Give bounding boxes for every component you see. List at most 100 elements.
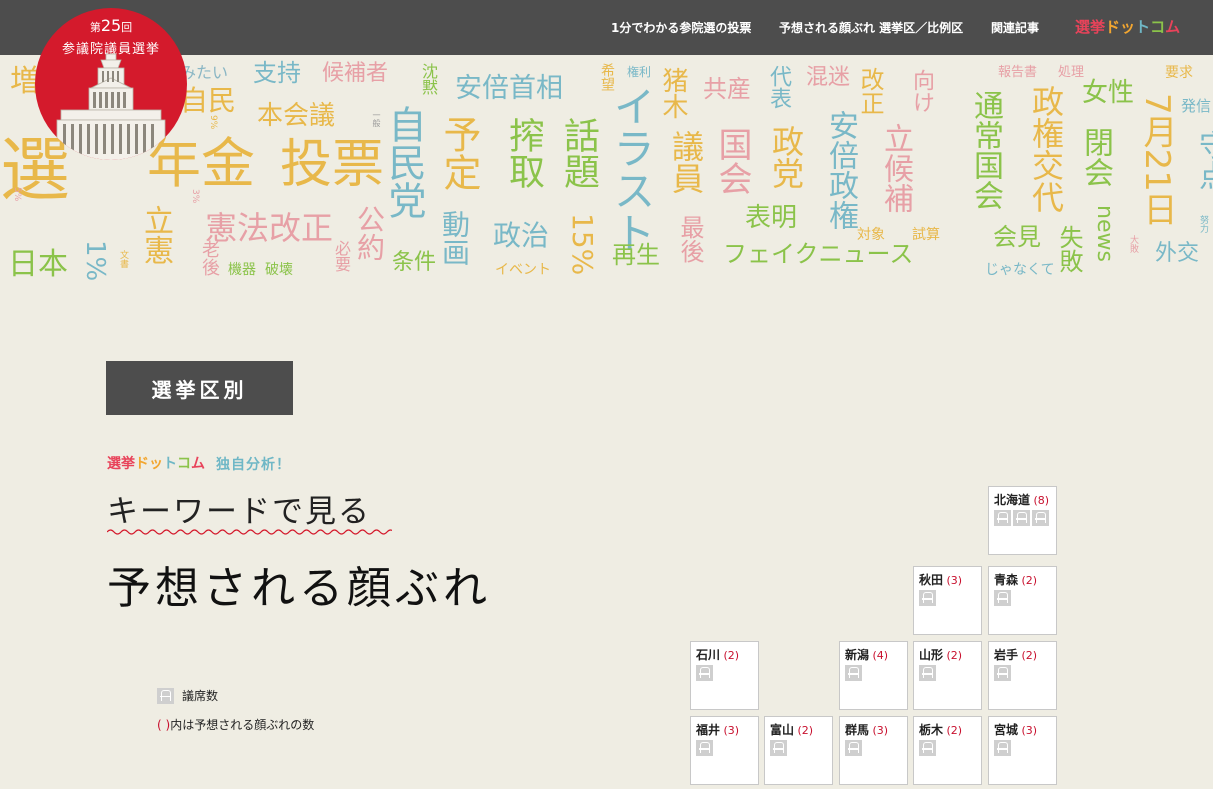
legend-note: ( )内は予想される顔ぶれの数 [157, 716, 314, 733]
word-cloud-term: 公約 [353, 205, 386, 261]
prefecture-tile[interactable]: 宮城 (3) [988, 716, 1057, 785]
nav-link-voting-guide[interactable]: 1分でわかる参院選の投票 [611, 0, 751, 55]
prefecture-tile[interactable]: 青森 (2) [988, 566, 1057, 635]
prefecture-name: 秋田 (3) [919, 571, 981, 588]
seat-icon [770, 740, 787, 756]
brand-char: ト [1135, 18, 1151, 36]
prefecture-name: 北海道 (8) [994, 491, 1056, 508]
election-logo: 第25回 参議院議員選挙 [35, 8, 187, 160]
legend-note-text: 内は予想される顔ぶれの数 [170, 718, 315, 732]
prefecture-tile[interactable]: 新潟 (4) [839, 641, 908, 710]
word-cloud-term: 守点 [1193, 130, 1213, 190]
word-cloud-term: フェイクニュース [723, 240, 914, 268]
word-cloud-term: 共産 [703, 75, 751, 103]
word-cloud-term: 条件 [392, 250, 437, 275]
seat-icon [919, 590, 936, 606]
word-cloud-term: 9% [208, 115, 218, 130]
nav-link-related-articles[interactable]: 関連記事 [991, 0, 1039, 55]
prefecture-label: 群馬 [845, 723, 870, 737]
word-cloud-term: 猪木 [658, 67, 688, 119]
prefecture-tile[interactable]: 山形 (2) [913, 641, 982, 710]
word-cloud-term: 政党 [767, 125, 805, 189]
brand-char: 挙 [1090, 18, 1106, 36]
seat-icon [845, 665, 862, 681]
word-cloud-term: 大敗 [1128, 235, 1138, 253]
prefecture-label: 青森 [994, 573, 1019, 587]
word-cloud-term: 要求 [1165, 65, 1193, 81]
word-cloud-term: news [1092, 205, 1117, 262]
word-cloud-term: 5% [12, 187, 22, 202]
prefecture-label: 岩手 [994, 648, 1019, 662]
word-cloud-term: 発信 [1181, 97, 1212, 115]
seat-list [696, 665, 758, 681]
word-cloud-term: 立候補 [878, 123, 913, 213]
senkyo-dotcom-small-logo: 選挙ドットコム [107, 453, 205, 473]
seat-icon [696, 740, 713, 756]
word-cloud-term: 搾取 [503, 117, 544, 189]
senkyo-dotcom-logo-link[interactable]: 選挙ドットコム [1075, 16, 1180, 37]
prefecture-tile[interactable]: 石川 (2) [690, 641, 759, 710]
seat-list [919, 665, 981, 681]
word-cloud-term: 最後 [676, 215, 704, 263]
word-cloud-term: 会見 [993, 223, 1041, 251]
sub-brand-char: 選 [107, 456, 121, 472]
prefecture-label: 富山 [770, 723, 795, 737]
seat-list [696, 740, 758, 756]
word-cloud-term: 候補者 [322, 61, 389, 86]
prefecture-name: 群馬 (3) [845, 721, 907, 738]
word-cloud-term: イラスト [607, 85, 656, 253]
word-cloud-term: 表明 [745, 203, 798, 233]
seat-list [845, 665, 907, 681]
candidate-count: (3) [720, 724, 740, 737]
word-cloud-term: 閉会 [1078, 127, 1113, 187]
word-cloud-term: じゃなくて [985, 262, 1055, 278]
word-cloud-term: 一般 [372, 111, 381, 127]
word-cloud-term: 失敗 [1055, 225, 1083, 273]
prefecture-tile[interactable]: 岩手 (2) [988, 641, 1057, 710]
word-cloud-term: 支持 [253, 59, 301, 87]
prefecture-name: 宮城 (3) [994, 721, 1056, 738]
prefecture-tile[interactable]: 群馬 (3) [839, 716, 908, 785]
word-cloud-term: 改正 [856, 67, 884, 115]
prefecture-tile[interactable]: 福井 (3) [690, 716, 759, 785]
word-cloud-term: 日本 [8, 247, 68, 282]
candidate-count: (2) [794, 724, 814, 737]
word-cloud-term: 予定 [437, 115, 481, 191]
candidate-count: (3) [869, 724, 889, 737]
sub-brand-char: コ [177, 456, 191, 472]
seat-icon [696, 665, 713, 681]
sub-brand-char: ド [135, 456, 149, 472]
sub-brand-char: ト [163, 456, 177, 472]
word-cloud-term: 処理 [1058, 65, 1085, 80]
nav-link-candidates[interactable]: 予想される顔ぶれ 選挙区／比例区 [779, 0, 963, 55]
prefecture-tile[interactable]: 富山 (2) [764, 716, 833, 785]
candidate-count: (4) [869, 649, 889, 662]
seat-icon [994, 590, 1011, 606]
word-cloud-term: 文書 [118, 250, 128, 268]
prefecture-tile[interactable]: 秋田 (3) [913, 566, 982, 635]
page-title: 予想される顔ぶれ [107, 563, 491, 614]
candidate-count: (3) [1018, 724, 1038, 737]
wavy-underline [107, 529, 392, 535]
brand-char: 選 [1075, 18, 1091, 36]
prefecture-tile[interactable]: 北海道 (8) [988, 486, 1057, 555]
legend-seat-label: 議席数 [182, 689, 219, 703]
word-cloud-term: 沈黙 [419, 63, 438, 95]
seat-list [994, 740, 1056, 756]
brand-char: ム [1165, 18, 1181, 36]
candidate-count: (2) [1018, 574, 1038, 587]
sub-brand-char: 挙 [121, 456, 135, 472]
brand-char: ド [1105, 18, 1121, 36]
section-label: 選挙区別 [106, 361, 293, 415]
seat-icon [1013, 510, 1030, 526]
word-cloud-term: 1% [80, 240, 110, 282]
candidate-count: (2) [1018, 649, 1038, 662]
analysis-tag: 独自分析！ [216, 457, 291, 473]
prefecture-tile[interactable]: 栃木 (2) [913, 716, 982, 785]
legend-seat: 議席数 [157, 687, 218, 704]
prefecture-label: 福井 [696, 723, 721, 737]
prefecture-name: 栃木 (2) [919, 721, 981, 738]
seat-list [919, 590, 981, 606]
candidate-count: (3) [943, 574, 963, 587]
seat-list [994, 590, 1056, 606]
